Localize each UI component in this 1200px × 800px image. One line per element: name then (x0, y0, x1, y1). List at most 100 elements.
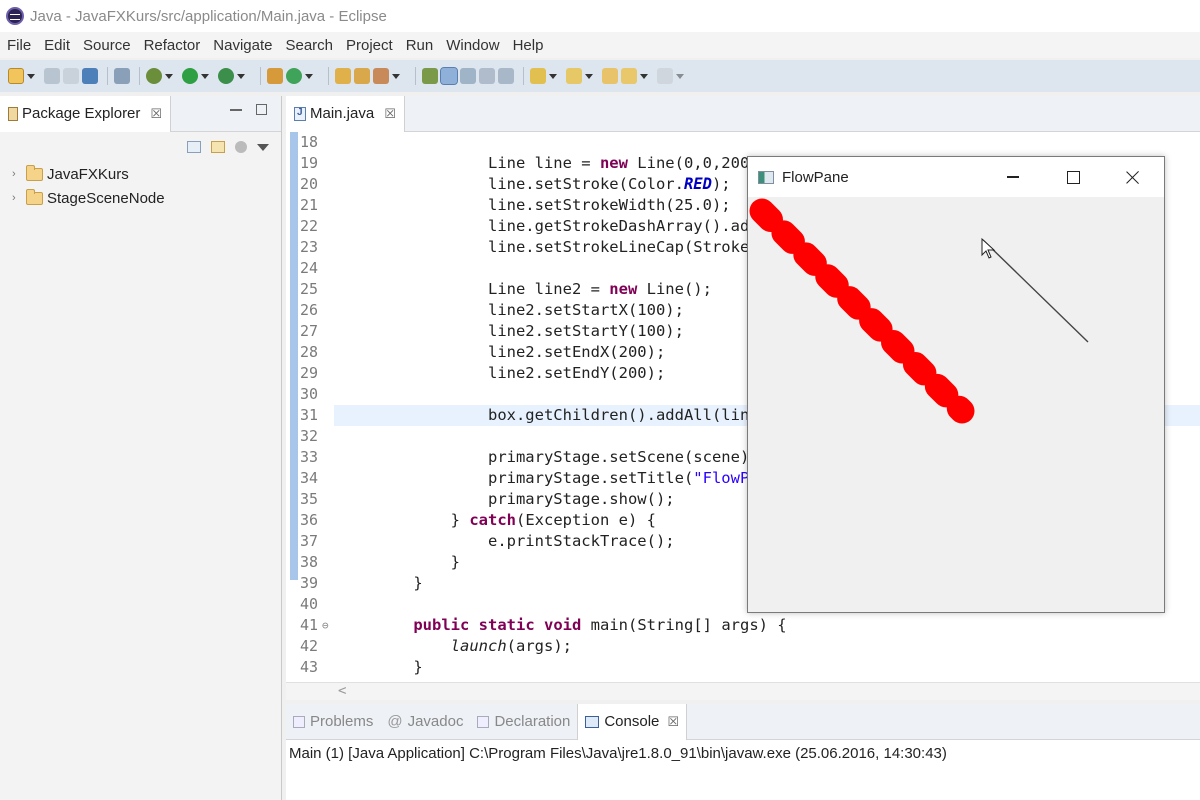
forward-dropdown-icon[interactable] (676, 68, 684, 84)
block-selection-icon[interactable] (460, 68, 476, 84)
save-icon[interactable] (44, 68, 60, 84)
line-number: 19 (300, 154, 319, 172)
java-window-icon (758, 170, 774, 184)
flowpane-window[interactable]: FlowPane (747, 156, 1165, 613)
toolbar-separator (139, 67, 140, 85)
new-class-icon[interactable] (286, 68, 302, 84)
next-annotation-dropdown-icon[interactable] (549, 68, 557, 84)
menu-search[interactable]: Search (285, 37, 333, 54)
previous-annotation-dropdown-icon[interactable] (585, 68, 593, 84)
show-whitespace-icon[interactable] (479, 68, 495, 84)
maximize-button[interactable] (1050, 163, 1096, 191)
window-title: Java - JavaFXKurs/src/application/Main.j… (30, 7, 387, 25)
tab-javadoc[interactable]: @ Javadoc (380, 704, 470, 740)
back-dropdown-icon[interactable] (640, 68, 648, 84)
mark-occurrences-icon[interactable] (440, 67, 458, 85)
java-file-icon (294, 106, 306, 121)
search-dropdown-icon[interactable] (392, 68, 400, 84)
expand-arrow-icon[interactable]: › (12, 192, 26, 204)
maximize-icon[interactable] (256, 104, 267, 115)
code-line[interactable]: 42 launch(args); (286, 636, 1200, 657)
console-output[interactable]: Main (1) [Java Application] C:\Program F… (286, 740, 1200, 767)
new-java-project-icon[interactable] (267, 68, 283, 84)
code-text: line2.setStartY(100); (376, 322, 684, 340)
focus-active-task-icon[interactable] (235, 141, 247, 153)
menu-refactor[interactable]: Refactor (144, 37, 201, 54)
new-dropdown-icon[interactable] (27, 68, 35, 84)
close-icon[interactable]: ☒ (150, 106, 162, 122)
next-annotation-icon[interactable] (530, 68, 546, 84)
console-icon (585, 715, 600, 728)
code-line[interactable]: 41 ⊖ public static void main(String[] arg… (286, 615, 1200, 636)
java-project-icon (26, 188, 43, 205)
code-line[interactable]: 43 } (286, 657, 1200, 678)
show-source-icon[interactable] (498, 68, 514, 84)
expand-arrow-icon[interactable]: › (12, 168, 26, 180)
horizontal-scrollbar[interactable]: < (286, 682, 1200, 700)
menu-project[interactable]: Project (346, 37, 393, 54)
close-icon[interactable]: ☒ (384, 106, 396, 122)
minimize-icon[interactable] (230, 109, 242, 111)
code-text: public static void main(String[] args) { (413, 616, 787, 634)
new-class-dropdown-icon[interactable] (305, 68, 313, 84)
window-titlebar: Java - JavaFXKurs/src/application/Main.j… (0, 0, 1200, 32)
menu-navigate[interactable]: Navigate (213, 37, 272, 54)
code-line[interactable]: 18 (286, 132, 1200, 153)
project-item[interactable]: › JavaFXKurs (0, 162, 281, 186)
run-icon[interactable] (182, 68, 198, 84)
skip-breakpoints-icon[interactable] (114, 68, 130, 84)
menu-file[interactable]: File (7, 37, 31, 54)
package-explorer-icon (8, 106, 18, 121)
tab-main-java[interactable]: Main.java ☒ (286, 95, 405, 132)
tab-problems[interactable]: Problems (286, 704, 380, 740)
fold-toggle-icon[interactable]: ⊖ (322, 615, 329, 636)
line-number: 40 (300, 595, 319, 613)
last-edit-location-icon[interactable] (602, 68, 618, 84)
close-button[interactable] (1110, 163, 1156, 191)
line-number: 22 (300, 217, 319, 235)
tab-problems-label: Problems (310, 713, 374, 730)
tab-package-explorer[interactable]: Package Explorer ☒ (0, 95, 172, 132)
toggle-breadcrumb-icon[interactable] (422, 68, 438, 84)
line-number: 37 (300, 532, 319, 550)
search-icon[interactable] (373, 68, 389, 84)
debug-icon[interactable] (146, 68, 162, 84)
close-icon[interactable]: ☒ (667, 714, 679, 730)
menu-help[interactable]: Help (513, 37, 544, 54)
back-icon[interactable] (621, 68, 637, 84)
package-explorer-view: Package Explorer ☒ › JavaFXKurs › StageS… (0, 95, 282, 800)
menu-window[interactable]: Window (446, 37, 499, 54)
coverage-icon[interactable] (218, 68, 234, 84)
menu-source[interactable]: Source (83, 37, 131, 54)
line-number: 28 (300, 343, 319, 361)
javadoc-icon: @ (387, 713, 403, 730)
tab-declaration[interactable]: Declaration (470, 704, 577, 740)
open-type-icon[interactable] (335, 68, 351, 84)
view-menu-icon[interactable] (257, 143, 269, 151)
minimize-button[interactable] (990, 163, 1036, 191)
package-explorer-tabbar: Package Explorer ☒ (0, 95, 281, 132)
menu-run[interactable]: Run (406, 37, 434, 54)
menu-edit[interactable]: Edit (44, 37, 70, 54)
coverage-dropdown-icon[interactable] (237, 68, 245, 84)
eclipse-logo-icon (6, 7, 24, 25)
save-all-icon[interactable] (63, 68, 79, 84)
open-task-icon[interactable] (354, 68, 370, 84)
link-with-editor-icon[interactable] (211, 141, 225, 153)
flowpane-titlebar[interactable]: FlowPane (748, 157, 1164, 197)
collapse-all-icon[interactable] (187, 141, 201, 153)
line-number: 42 (300, 637, 319, 655)
forward-icon[interactable] (657, 68, 673, 84)
debug-dropdown-icon[interactable] (165, 68, 173, 84)
new-icon[interactable] (8, 68, 24, 84)
terminal-icon[interactable] (82, 68, 98, 84)
project-item[interactable]: › StageSceneNode (0, 186, 281, 210)
previous-annotation-icon[interactable] (566, 68, 582, 84)
code-text: } catch(Exception e) { (376, 511, 656, 529)
scroll-left-icon[interactable]: < (338, 683, 346, 699)
tab-console[interactable]: Console ☒ (577, 703, 688, 740)
code-text: line.setStrokeLineCap(StrokeLine (376, 238, 787, 256)
line-number: 41 (300, 616, 319, 634)
run-dropdown-icon[interactable] (201, 68, 209, 84)
main-toolbar (0, 60, 1200, 92)
